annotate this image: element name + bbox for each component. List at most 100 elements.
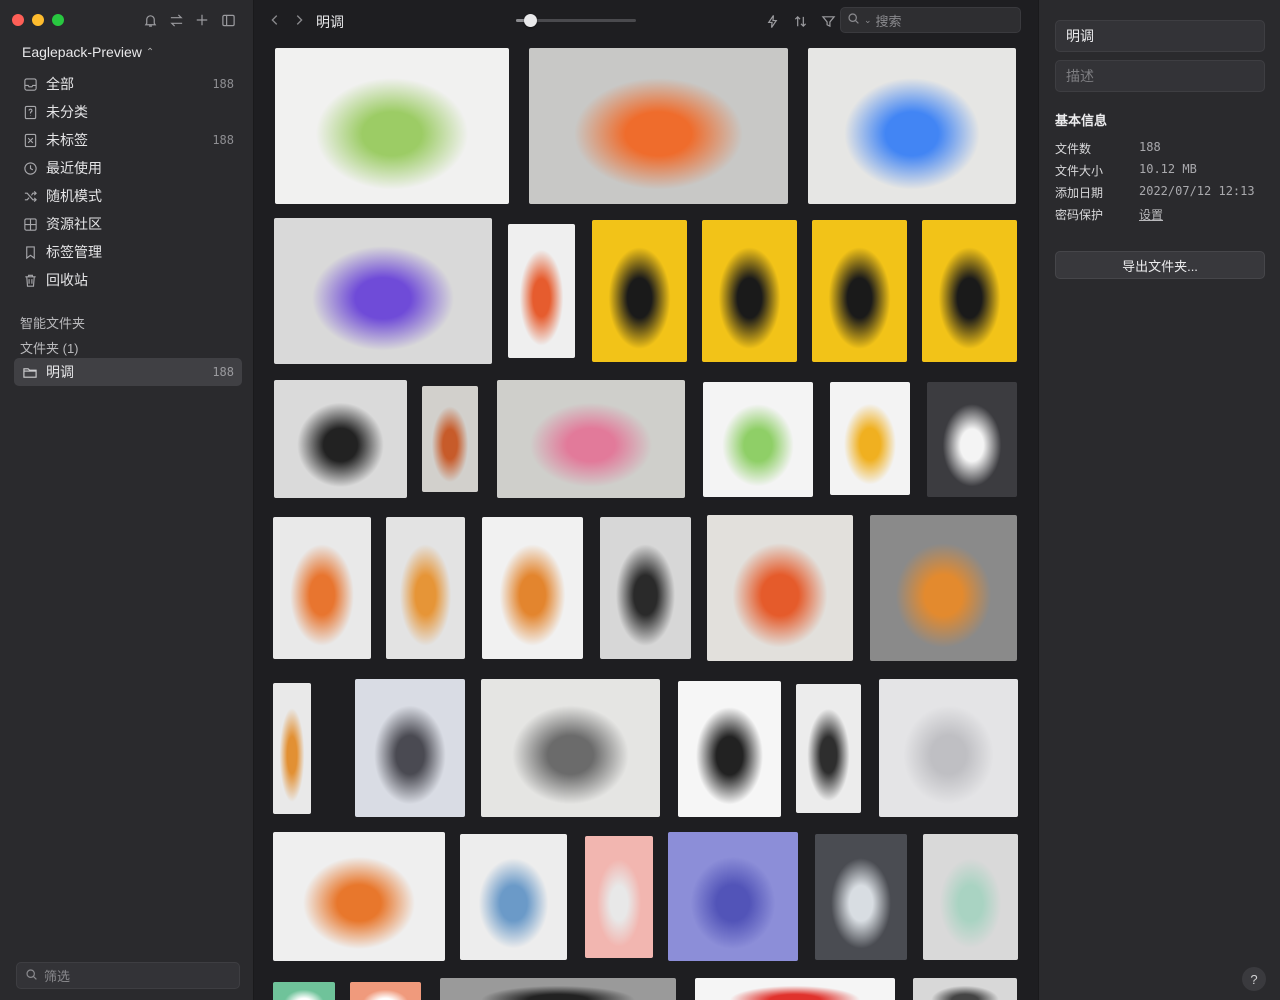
thumbnail-size-slider[interactable] [516, 14, 636, 27]
sidebar-item-label: 最近使用 [46, 160, 102, 176]
thumb-charging-pads[interactable] [923, 834, 1018, 960]
library-switcher[interactable]: Eaglepack-Preview ⌃ [22, 44, 154, 60]
thumb-watch-bands[interactable] [460, 834, 567, 960]
thumb-spice-grinder[interactable] [275, 48, 509, 204]
description-field[interactable]: 描述 [1055, 60, 1265, 92]
back-arrow-icon[interactable] [268, 12, 282, 31]
filter-placeholder: 筛选 [44, 969, 71, 984]
folder-name-field[interactable]: 明调 [1055, 20, 1265, 52]
thumb-modular-stack[interactable] [703, 382, 813, 497]
thumb-red-partial[interactable] [695, 978, 895, 1000]
library-name: Eaglepack-Preview [22, 44, 142, 60]
folder-title: 明调 [316, 14, 344, 30]
question-box-icon [22, 104, 38, 120]
clock-icon [22, 160, 38, 176]
trash-icon [22, 272, 38, 288]
thumb-headphones-4[interactable] [922, 220, 1017, 362]
sidebar-item-untagged[interactable]: 未标签 188 [14, 126, 242, 154]
thumb-mint-partial[interactable] [273, 982, 335, 1000]
help-button[interactable]: ? [1242, 967, 1266, 991]
thumb-helmet-robot[interactable] [355, 679, 465, 817]
thumb-handheld-device[interactable] [508, 224, 575, 358]
sidebar-tools [140, 10, 238, 30]
sidebar: Eaglepack-Preview ⌃ 全部 188 未分类 未标签 188 最… [0, 0, 254, 1000]
thumb-white-cube-device[interactable] [529, 48, 788, 204]
info-row-file-count: 文件数 188 [1055, 140, 1265, 157]
add-icon[interactable] [192, 10, 212, 30]
toggle-sidebar-icon[interactable] [218, 10, 238, 30]
folder-item-active[interactable]: 明调 188 [14, 358, 242, 386]
thumb-dark-partial[interactable] [440, 978, 676, 1000]
thumb-bottle[interactable] [927, 382, 1017, 497]
thumb-floating-parts[interactable] [273, 832, 445, 961]
thumb-game-controllers[interactable] [274, 218, 492, 364]
thumb-robot-arm-2[interactable] [482, 517, 583, 659]
folder-label: 明调 [46, 364, 74, 380]
zoom-window-button[interactable] [52, 14, 64, 26]
sidebar-item-community[interactable]: 资源社区 [14, 210, 242, 238]
info-key: 文件大小 [1055, 164, 1104, 178]
folders-heading[interactable]: 文件夹 (1) [20, 338, 79, 357]
thumb-sony-walkman[interactable] [830, 382, 910, 495]
search-input[interactable]: ⌄ 搜索 [840, 7, 1021, 33]
minimize-window-button[interactable] [32, 14, 44, 26]
thumb-orange-case[interactable] [273, 517, 371, 659]
toolbar-actions [762, 11, 838, 31]
sidebar-item-label: 随机模式 [46, 188, 102, 204]
sync-arrows-icon[interactable] [166, 10, 186, 30]
thumb-headphones-1[interactable] [592, 220, 687, 362]
thumb-robot-arm-3[interactable] [273, 683, 311, 814]
thumb-headphones-3[interactable] [812, 220, 907, 362]
filter-funnel-icon[interactable] [818, 11, 838, 31]
sidebar-item-label: 资源社区 [46, 216, 102, 232]
info-row-password: 密码保护 设置 [1055, 206, 1265, 223]
thumb-headphones-2[interactable] [702, 220, 797, 362]
thumb-hanging-cube[interactable] [600, 517, 691, 659]
chevron-down-icon[interactable]: ⌄ [864, 15, 872, 26]
info-row-date-added: 添加日期 2022/07/12 12:13 [1055, 184, 1265, 201]
info-key: 密码保护 [1055, 208, 1104, 222]
sidebar-item-uncategorized[interactable]: 未分类 [14, 98, 242, 126]
thumb-robot-arm-1[interactable] [386, 517, 465, 659]
export-folder-button[interactable]: 导出文件夹... [1055, 251, 1265, 279]
info-value: 188 [1139, 140, 1161, 154]
description-placeholder: 描述 [1066, 68, 1094, 84]
search-icon [847, 12, 860, 28]
bookmark-icon [22, 244, 38, 260]
folder-count: 188 [212, 365, 234, 379]
slider-handle[interactable] [524, 14, 538, 27]
thumb-gamepad[interactable] [274, 380, 407, 498]
thumb-pink-device[interactable] [585, 836, 653, 958]
info-value: 2022/07/12 12:13 [1139, 184, 1255, 198]
search-icon [25, 968, 38, 984]
thumb-salmon-partial[interactable] [350, 982, 421, 1000]
smart-folders-heading[interactable]: 智能文件夹 [20, 313, 85, 332]
thumb-earbud[interactable] [678, 681, 781, 817]
lightning-icon[interactable] [762, 11, 782, 31]
sidebar-item-trash[interactable]: 回收站 [14, 266, 242, 294]
thumb-grey-partial[interactable] [913, 978, 1017, 1000]
sidebar-item-tags[interactable]: 标签管理 [14, 238, 242, 266]
thumb-face-mask[interactable] [481, 679, 660, 817]
thumb-retro-computer[interactable] [808, 48, 1016, 204]
bell-icon[interactable] [140, 10, 160, 30]
sidebar-item-random[interactable]: 随机模式 [14, 182, 242, 210]
sidebar-item-all[interactable]: 全部 188 [14, 70, 242, 98]
forward-arrow-icon[interactable] [292, 12, 306, 31]
info-key: 文件数 [1055, 142, 1092, 156]
sidebar-item-label: 全部 [46, 76, 74, 92]
thumb-purple-keyboard[interactable] [668, 832, 798, 961]
thumb-glass-block[interactable] [815, 834, 907, 960]
thumb-ski-boot[interactable] [707, 515, 853, 661]
filter-input[interactable]: 筛选 [16, 962, 240, 989]
thumb-modular-kit[interactable] [497, 380, 685, 498]
sidebar-item-recent[interactable]: 最近使用 [14, 154, 242, 182]
thumb-watch[interactable] [879, 679, 1018, 817]
password-set-link[interactable]: 设置 [1139, 206, 1163, 223]
thumb-desk-objects[interactable] [422, 386, 478, 492]
close-window-button[interactable] [12, 14, 24, 26]
untagged-icon [22, 132, 38, 148]
thumb-speaker[interactable] [796, 684, 861, 813]
thumb-radio-gadget[interactable] [870, 515, 1017, 661]
sort-icon[interactable] [790, 11, 810, 31]
